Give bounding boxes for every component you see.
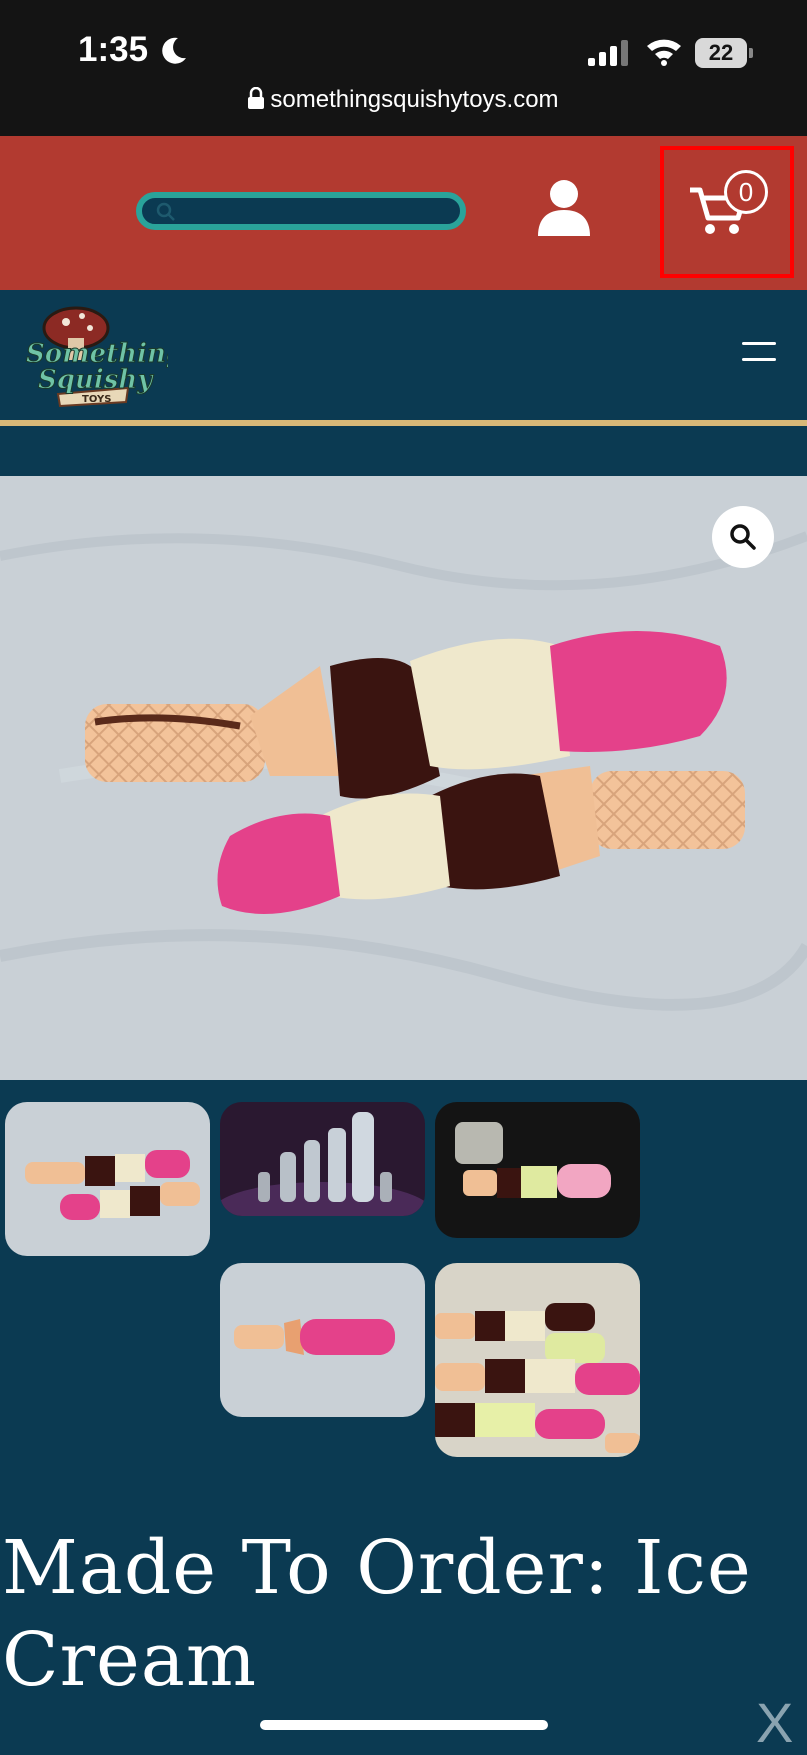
thumbnail-silver-stacked-toys[interactable] [220, 1102, 425, 1216]
close-overlay-button[interactable]: X [756, 1690, 793, 1755]
zoom-button[interactable] [712, 506, 774, 568]
product-title: Made To Order: Ice Cream [2, 1525, 752, 1703]
search-input[interactable] [136, 192, 466, 230]
thumbnail-graphic-1 [5, 1102, 210, 1256]
thumbnail-graphic-4 [220, 1263, 425, 1417]
menu-icon[interactable] [742, 342, 776, 364]
header-divider [0, 420, 807, 426]
battery-nub [749, 48, 753, 58]
lock-icon [248, 87, 265, 109]
wifi-icon [647, 39, 681, 66]
thumbnail-graphic-3 [435, 1102, 640, 1238]
signal-icon [588, 40, 628, 66]
account-icon[interactable] [536, 178, 592, 236]
battery-indicator: 22 [695, 38, 747, 68]
moon-icon [162, 37, 186, 64]
address-bar[interactable]: somethingsquishytoys.com [0, 86, 807, 114]
site-logo[interactable]: Something Squishy TOYS [18, 302, 168, 414]
cart-count-badge: 0 [724, 170, 768, 214]
logo-line-3: TOYS [82, 394, 111, 405]
thumbnail-many-cones[interactable] [435, 1263, 640, 1457]
site-header: 0 [0, 136, 807, 290]
main-product-image[interactable] [0, 476, 807, 1080]
magnifier-icon [730, 524, 756, 550]
thumbnail-pink-cone-single[interactable] [220, 1263, 425, 1417]
main-image-graphic [0, 476, 807, 1080]
home-indicator [260, 1720, 548, 1730]
thumbnail-graphic-2 [220, 1102, 425, 1216]
thumbnail-ice-cream-pair[interactable] [5, 1102, 210, 1256]
search-icon [156, 202, 175, 221]
thumbnail-graphic-5 [435, 1263, 640, 1457]
status-bar: 1:35 22 somethingsquishytoys.com [0, 0, 807, 136]
logo-line-2: Squishy [38, 365, 154, 395]
url-text: somethingsquishytoys.com [270, 86, 559, 113]
thumbnail-pastel-on-black[interactable] [435, 1102, 640, 1238]
brand-bar: Something Squishy TOYS [0, 290, 807, 420]
cart-button[interactable]: 0 [660, 146, 794, 278]
status-time: 1:35 [78, 30, 149, 69]
